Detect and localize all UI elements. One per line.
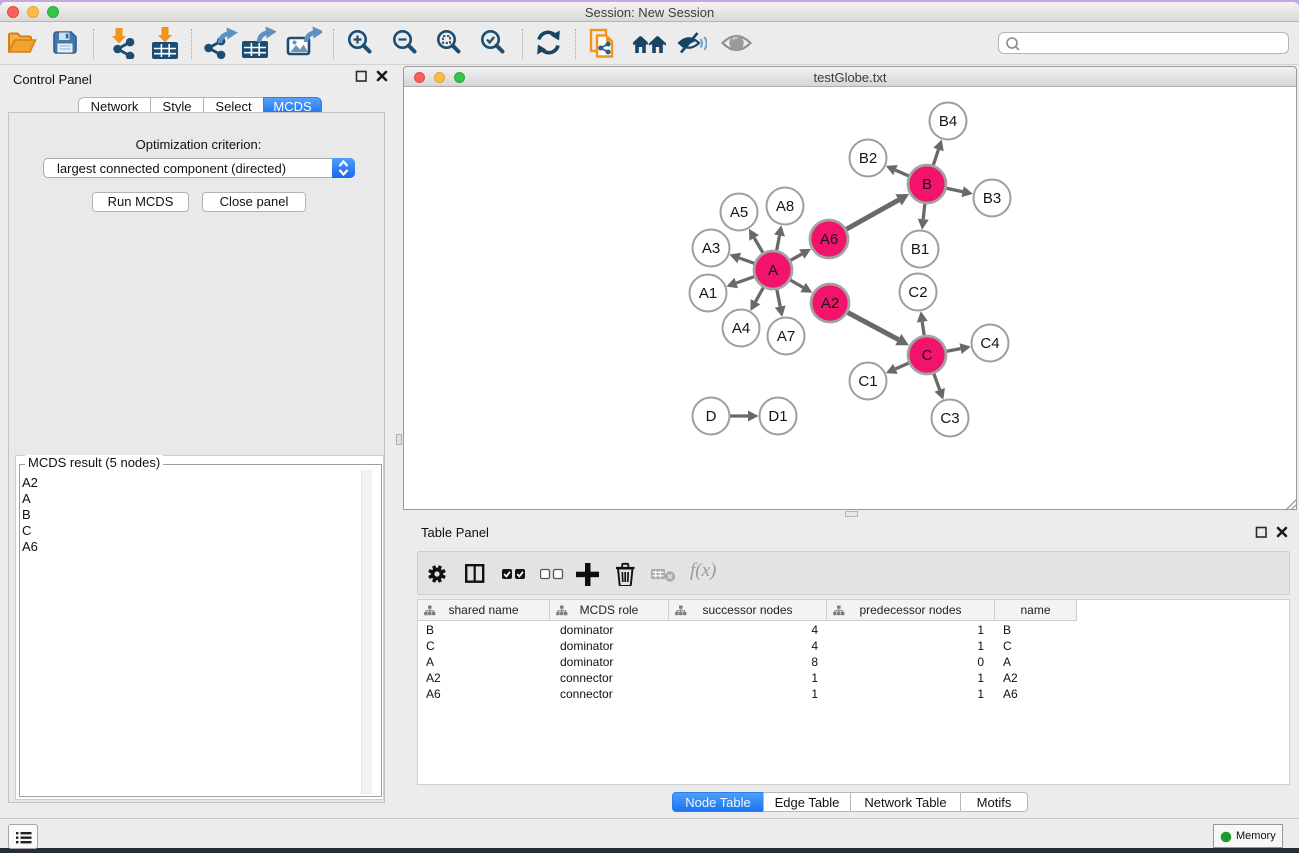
svg-text:A6: A6 [820, 231, 838, 248]
svg-text:A8: A8 [776, 198, 794, 215]
svg-text:B1: B1 [911, 241, 929, 258]
svg-text:A5: A5 [730, 204, 748, 221]
svg-text:A3: A3 [702, 240, 720, 257]
svg-text:D: D [706, 408, 717, 425]
svg-text:C1: C1 [858, 373, 877, 390]
svg-text:D1: D1 [768, 408, 787, 425]
svg-text:A2: A2 [821, 295, 839, 312]
svg-text:C4: C4 [980, 335, 999, 352]
svg-text:C2: C2 [908, 284, 927, 301]
svg-text:C: C [922, 347, 933, 364]
svg-text:A7: A7 [777, 328, 795, 345]
svg-text:C3: C3 [940, 410, 959, 427]
svg-text:B: B [922, 176, 932, 193]
svg-text:A1: A1 [699, 285, 717, 302]
svg-text:B3: B3 [983, 190, 1001, 207]
svg-text:A4: A4 [732, 320, 750, 337]
svg-text:B4: B4 [939, 113, 957, 130]
svg-text:B2: B2 [859, 150, 877, 167]
svg-text:A: A [768, 262, 778, 279]
